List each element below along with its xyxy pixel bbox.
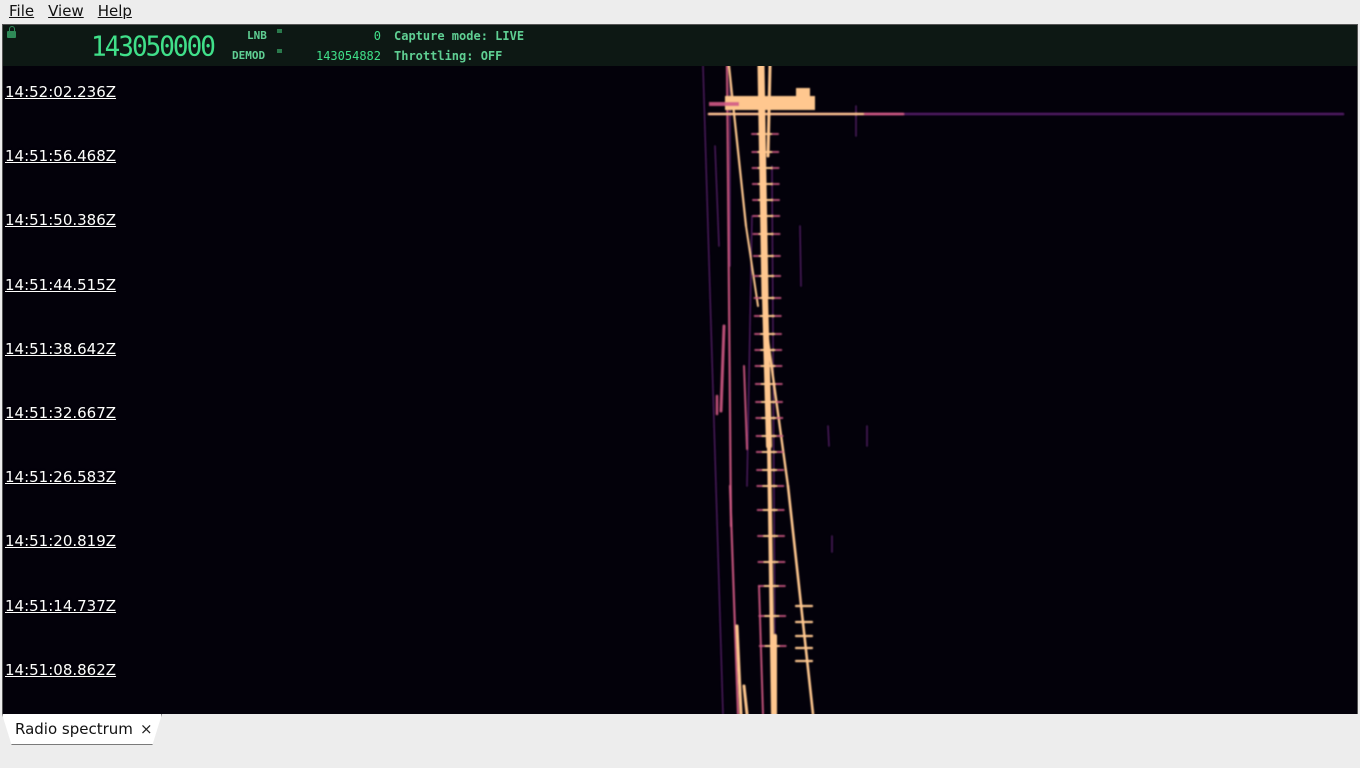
demod-frequency-value[interactable]: 143054882 [303,49,381,63]
waterfall-timestamp: 14:51:50.386Z [5,211,117,230]
faint-signal [799,225,802,287]
carrier-trace [762,293,772,449]
menu-view[interactable]: View [39,0,89,22]
demod-lock-icon[interactable] [277,49,282,53]
lock-icon[interactable] [7,26,16,38]
waterfall-timestamp: 14:51:20.819Z [5,532,117,551]
waterfall-timestamp: 14:51:08.862Z [5,660,117,679]
menu-bar: File View Help [0,0,1360,22]
waterfall-timestamp: 14:52:02.236Z [5,83,117,101]
burst-cluster [796,88,810,96]
tab-bar: Radio spectrum × [0,714,1360,768]
lnb-lock-icon[interactable] [277,29,282,33]
waterfall-timestamp: 14:51:32.667Z [5,404,117,422]
menu-help[interactable]: Help [89,0,137,22]
waterfall-timestamp: 14:51:44.515Z [5,275,117,294]
lnb-value[interactable]: 0 [303,29,381,43]
carrier-trace [766,66,772,158]
menu-file-label: File [9,2,35,20]
waterfall-timestamp: 14:51:38.642Z [5,339,117,358]
lnb-label: LNB [247,29,267,42]
capture-mode-status: Capture mode: LIVE [394,29,525,43]
menu-file[interactable]: File [0,0,39,22]
tuned-frequency-display[interactable]: 143050000 [91,31,216,63]
menu-view-label: View [48,2,84,20]
tab-radio-spectrum[interactable]: Radio spectrum × [2,714,162,745]
waterfall-background [3,66,1357,714]
burst-cluster [709,102,739,106]
tab-label: Radio spectrum [15,720,133,738]
waterfall-timestamp: 14:51:26.583Z [5,468,117,487]
throttling-status: Throttling: OFF [394,49,503,63]
spectrum-panel: 143050000 LNB 0 DEMOD 143054882 Capture … [2,24,1358,715]
menu-help-label: Help [97,2,132,20]
waterfall-timestamp: 14:51:14.737Z [5,596,117,615]
faint-signal [827,425,830,447]
demod-label: DEMOD [232,49,266,62]
frequency-header: 143050000 LNB 0 DEMOD 143054882 Capture … [3,25,1357,66]
close-icon[interactable]: × [140,720,153,738]
waterfall-display[interactable] [3,66,1357,714]
waterfall-timestamp: 14:51:56.468Z [5,147,117,166]
